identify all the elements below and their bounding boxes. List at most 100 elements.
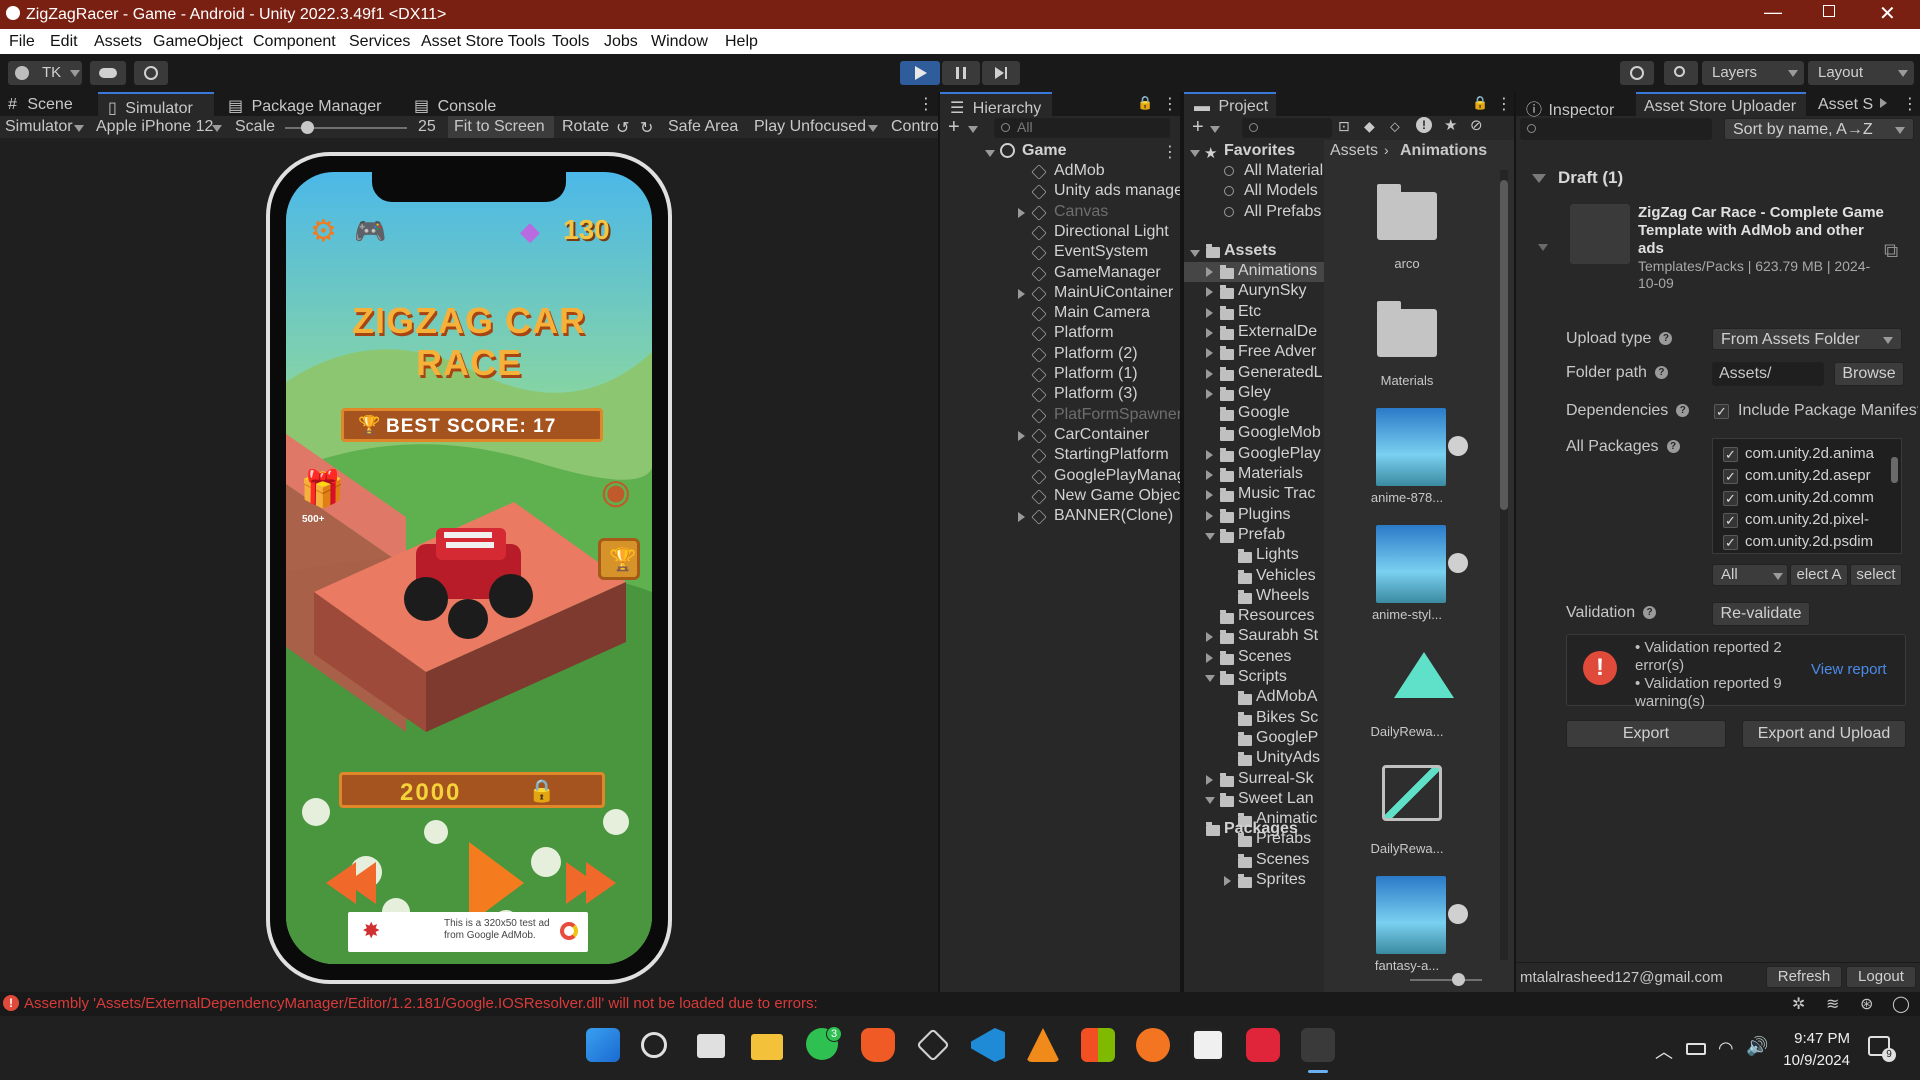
asset-tile[interactable]: anime-styl... — [1332, 521, 1482, 631]
cloud-button[interactable] — [90, 61, 126, 85]
expand-arrow-icon[interactable] — [985, 150, 995, 157]
include-manifest-checkbox[interactable]: ✓ — [1714, 404, 1729, 419]
favorite-star-icon[interactable]: ★ — [1444, 116, 1457, 134]
expand-arrow-icon[interactable] — [1206, 368, 1213, 379]
assets-header[interactable]: Assets — [1224, 242, 1276, 262]
play-preview-icon[interactable] — [1448, 904, 1468, 924]
project-folder-item[interactable]: Prefab — [1238, 526, 1285, 546]
expand-arrow-icon[interactable] — [1190, 250, 1200, 257]
crunchyroll-icon[interactable] — [1136, 1028, 1170, 1062]
layers-stack-icon[interactable]: ≋ — [1826, 994, 1839, 1014]
expand-arrow-icon[interactable] — [1018, 430, 1025, 441]
menu-edit[interactable]: Edit — [50, 33, 78, 51]
filter-by-label-icon[interactable]: ◆ — [1364, 118, 1375, 135]
open-external-icon[interactable]: ⧉ — [1884, 240, 1898, 263]
tag-icon[interactable]: ⬦ — [1390, 118, 1400, 135]
hierarchy-item[interactable]: Main Camera — [1054, 304, 1150, 324]
expand-arrow-icon[interactable] — [1206, 632, 1213, 643]
browse-button[interactable]: Browse — [1834, 362, 1904, 386]
project-scrollbar-thumb[interactable] — [1500, 180, 1508, 510]
tab-console[interactable]: ▤ Console — [414, 92, 496, 116]
microsoft-store-icon[interactable] — [1081, 1028, 1115, 1062]
play-button[interactable] — [900, 61, 940, 85]
rotate-right-icon[interactable]: ↻ — [640, 118, 653, 138]
layers-dropdown[interactable]: Layers — [1702, 61, 1804, 85]
hierarchy-item[interactable]: MainUiContainer — [1054, 284, 1173, 304]
hierarchy-item[interactable]: GameManager — [1054, 264, 1161, 284]
brave-browser-icon[interactable] — [861, 1028, 895, 1062]
asset-tile[interactable]: DailyRewa... — [1332, 755, 1482, 865]
hierarchy-item[interactable]: Canvas — [1054, 203, 1108, 223]
packages-scrollbar-thumb[interactable] — [1891, 457, 1898, 483]
project-folder-item[interactable]: ExternalDe — [1238, 323, 1317, 343]
collapse-arrow-icon[interactable] — [1205, 796, 1215, 804]
project-folder-item[interactable]: Wheels — [1256, 587, 1309, 607]
select-all-button[interactable]: elect A — [1790, 564, 1848, 586]
status-error-message[interactable]: Assembly 'Assets/ExternalDependencyManag… — [24, 995, 818, 1012]
favorite-item[interactable]: All Prefabs — [1244, 203, 1321, 223]
panel-divider[interactable] — [938, 92, 940, 992]
menu-asset-store-tools[interactable]: Asset Store Tools — [421, 33, 545, 51]
add-object-button[interactable]: + — [948, 116, 960, 139]
tab-hierarchy[interactable]: ☰ Hierarchy — [940, 92, 1052, 117]
pause-button[interactable] — [942, 61, 980, 85]
more-options-icon[interactable]: ⋮ — [1162, 142, 1178, 162]
expand-arrow-icon[interactable] — [1206, 774, 1213, 785]
prev-car-button[interactable] — [320, 856, 382, 912]
history-button[interactable] — [1620, 61, 1654, 85]
hierarchy-item[interactable]: New Game Object — [1054, 487, 1185, 507]
expand-arrow-icon[interactable] — [1018, 207, 1025, 218]
tab-asset-store[interactable]: Asset S — [1818, 92, 1873, 116]
search-button[interactable] — [1664, 61, 1698, 85]
hierarchy-item[interactable]: AdMob — [1054, 162, 1105, 182]
packages-header[interactable]: Packages — [1224, 820, 1298, 840]
expand-arrow-icon[interactable] — [1206, 470, 1213, 480]
package-expand-arrow-icon[interactable] — [1538, 244, 1548, 251]
project-folder-item[interactable]: Saurabh St — [1238, 627, 1318, 647]
project-folder-item[interactable]: Etc — [1238, 303, 1261, 323]
icon-size-slider-thumb[interactable] — [1452, 973, 1465, 986]
asset-tile[interactable]: fantasy-a... — [1332, 872, 1482, 982]
hierarchy-item[interactable]: PlatFormSpawner — [1054, 406, 1182, 426]
favorite-item[interactable]: All Models — [1244, 182, 1318, 202]
project-folder-item[interactable]: Scripts — [1238, 668, 1287, 688]
hierarchy-item[interactable]: Directional Light — [1054, 223, 1169, 243]
more-options-icon[interactable]: ⋮ — [1902, 94, 1918, 114]
hierarchy-item[interactable]: Platform — [1054, 324, 1114, 344]
close-icon[interactable]: ✕ — [1879, 1, 1896, 26]
leaderboard-button[interactable]: 🏆 — [598, 538, 640, 580]
next-car-button[interactable] — [558, 856, 620, 912]
restore-icon[interactable] — [1823, 5, 1835, 17]
expand-arrow-icon[interactable] — [1206, 307, 1213, 318]
favorites-header[interactable]: Favorites — [1224, 142, 1295, 162]
hierarchy-item[interactable]: CarContainer — [1054, 426, 1149, 446]
safe-area-toggle[interactable]: Safe Area — [668, 118, 738, 136]
package-checkbox[interactable]: ✓ — [1723, 535, 1738, 550]
expand-arrow-icon[interactable] — [1206, 348, 1213, 359]
clock-time[interactable]: 9:47 PM — [1786, 1030, 1850, 1047]
expand-arrow-icon[interactable] — [1206, 490, 1213, 501]
collapse-arrow-icon[interactable] — [1205, 675, 1215, 682]
menu-jobs[interactable]: Jobs — [604, 33, 638, 51]
battery-icon[interactable] — [1686, 1043, 1706, 1055]
expand-arrow-icon[interactable] — [1206, 327, 1213, 338]
favorite-item[interactable]: All Material — [1244, 162, 1323, 182]
tab-scene[interactable]: # Scene — [8, 92, 73, 116]
account-dropdown[interactable]: TK — [8, 61, 82, 85]
windows-start-icon[interactable] — [586, 1028, 620, 1062]
refresh-button[interactable]: Refresh — [1766, 966, 1842, 988]
treasure-chest-icon[interactable]: ◉ — [601, 472, 631, 512]
menu-help[interactable]: Help — [725, 33, 758, 51]
network-icon[interactable]: ⊛ — [1860, 994, 1873, 1014]
project-folder-item[interactable]: Resources — [1238, 607, 1314, 627]
hierarchy-item[interactable]: EventSystem — [1054, 243, 1148, 263]
view-report-link[interactable]: View report — [1811, 661, 1887, 678]
expand-arrow-icon[interactable] — [1206, 267, 1213, 277]
gift-icon[interactable]: 🎁 — [300, 468, 345, 510]
deselect-all-button[interactable]: select — [1850, 564, 1902, 586]
warning-icon[interactable]: ! — [1416, 117, 1432, 133]
create-asset-button[interactable]: + — [1192, 116, 1204, 139]
project-folder-item[interactable]: Surreal-Sk — [1238, 770, 1314, 790]
device-dropdown[interactable]: Apple iPhone 12 — [96, 118, 213, 136]
menu-gameobject[interactable]: GameObject — [153, 33, 243, 51]
